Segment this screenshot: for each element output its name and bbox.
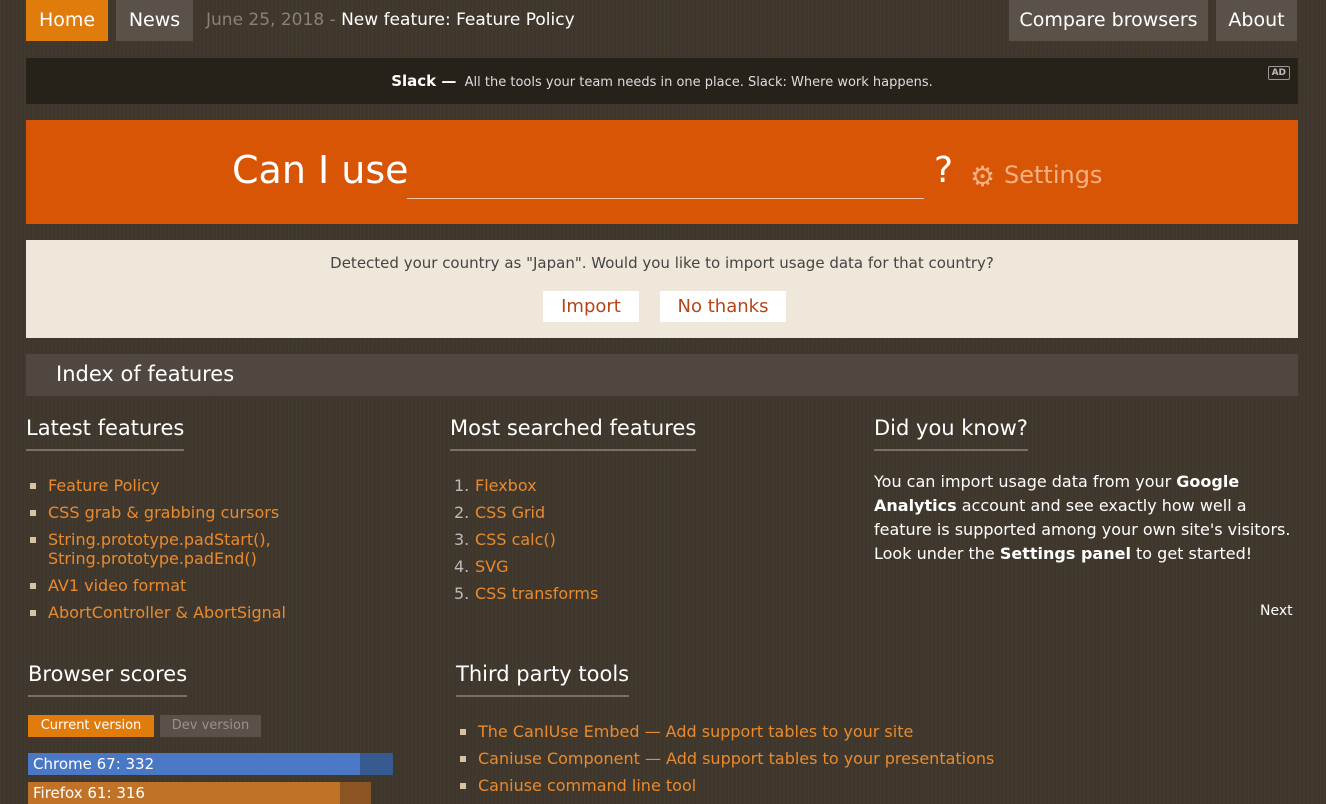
third-party-list: The CanIUse Embed — Add support tables t… (456, 722, 1056, 803)
score-bar-chrome[interactable]: Chrome 67: 332 (28, 753, 393, 775)
list-item[interactable]: String.prototype.padStart(), String.proto… (26, 530, 426, 568)
list-item[interactable]: 4. SVG (450, 557, 830, 576)
list-item[interactable]: Caniuse Component — Add support tables t… (456, 749, 1056, 768)
bullet (460, 783, 466, 789)
list-item[interactable]: 1. Flexbox (450, 476, 830, 495)
list-item[interactable]: AV1 video format (26, 576, 426, 595)
list-item[interactable]: Feature Policy (26, 476, 426, 495)
search-input[interactable] (407, 198, 924, 199)
most-searched-heading: Most searched features (450, 416, 697, 451)
ad-banner[interactable]: Slack — All the tools your team needs in… (26, 58, 1298, 104)
latest-features-heading: Latest features (26, 416, 185, 451)
country-message: Detected your country as "Japan". Would … (330, 254, 994, 272)
list-item[interactable]: The CanIUse Embed — Add support tables t… (456, 722, 1056, 741)
tab-dev-version[interactable]: Dev version (160, 715, 261, 737)
nav-news[interactable]: News (116, 0, 193, 41)
index-of-features[interactable]: Index of features (26, 354, 1298, 396)
bullet (30, 537, 36, 543)
search-prefix: Can I use (232, 148, 409, 192)
most-searched-list: 1. Flexbox 2. CSS Grid 3. CSS calc() 4. SVG … (450, 476, 830, 611)
did-you-know-heading: Did you know? (874, 416, 1028, 451)
score-bar-label: Chrome 67: 332 (33, 755, 155, 773)
nav-about[interactable]: About (1216, 0, 1297, 41)
next-tip-link[interactable]: Next (1260, 603, 1293, 619)
bullet (460, 729, 466, 735)
list-item[interactable]: CSS grab & grabbing cursors (26, 503, 426, 522)
nav-compare-browsers[interactable]: Compare browsers (1009, 0, 1208, 41)
news-headline[interactable]: New feature: Feature Policy (341, 10, 575, 30)
bullet (460, 756, 466, 762)
search-suffix: ? (934, 150, 954, 191)
score-bar-firefox[interactable]: Firefox 61: 316 (28, 782, 371, 804)
bullet (30, 583, 36, 589)
list-item[interactable]: 3. CSS calc() (450, 530, 830, 549)
list-item[interactable]: Caniuse command line tool (456, 776, 1056, 795)
ad-brand: Slack — (391, 72, 457, 90)
score-bar-label: Firefox 61: 316 (33, 784, 145, 802)
bullet (30, 510, 36, 516)
latest-features-list: Feature Policy CSS grab & grabbing curso… (26, 476, 426, 630)
search-bar: Can I use ? ⚙ Settings (26, 120, 1298, 224)
news-separator: - (329, 10, 336, 30)
bullet (30, 610, 36, 616)
tab-current-version[interactable]: Current version (28, 715, 154, 737)
bullet (30, 483, 36, 489)
import-button[interactable]: Import (543, 291, 639, 322)
nav-home[interactable]: Home (26, 0, 108, 41)
news-line[interactable]: June 25, 2018 - New feature: Feature Pol… (206, 0, 575, 41)
list-item[interactable]: AbortController & AbortSignal (26, 603, 426, 622)
ad-text: All the tools your team needs in one pla… (464, 75, 933, 90)
news-date: June 25, 2018 (206, 10, 325, 30)
third-party-heading: Third party tools (456, 662, 630, 697)
country-import-prompt: Detected your country as "Japan". Would … (26, 240, 1298, 338)
browser-scores-heading: Browser scores (28, 662, 188, 697)
did-you-know-text: You can import usage data from your Goog… (874, 472, 1291, 563)
settings-label: Settings (1004, 161, 1103, 189)
settings-button[interactable]: ⚙ Settings (970, 160, 1102, 193)
list-item[interactable]: 5. CSS transforms (450, 584, 830, 603)
list-item[interactable]: 2. CSS Grid (450, 503, 830, 522)
no-thanks-button[interactable]: No thanks (660, 291, 786, 322)
gear-icon: ⚙ (970, 160, 996, 193)
ad-tag[interactable]: AD (1267, 66, 1290, 80)
index-title: Index of features (56, 362, 235, 386)
